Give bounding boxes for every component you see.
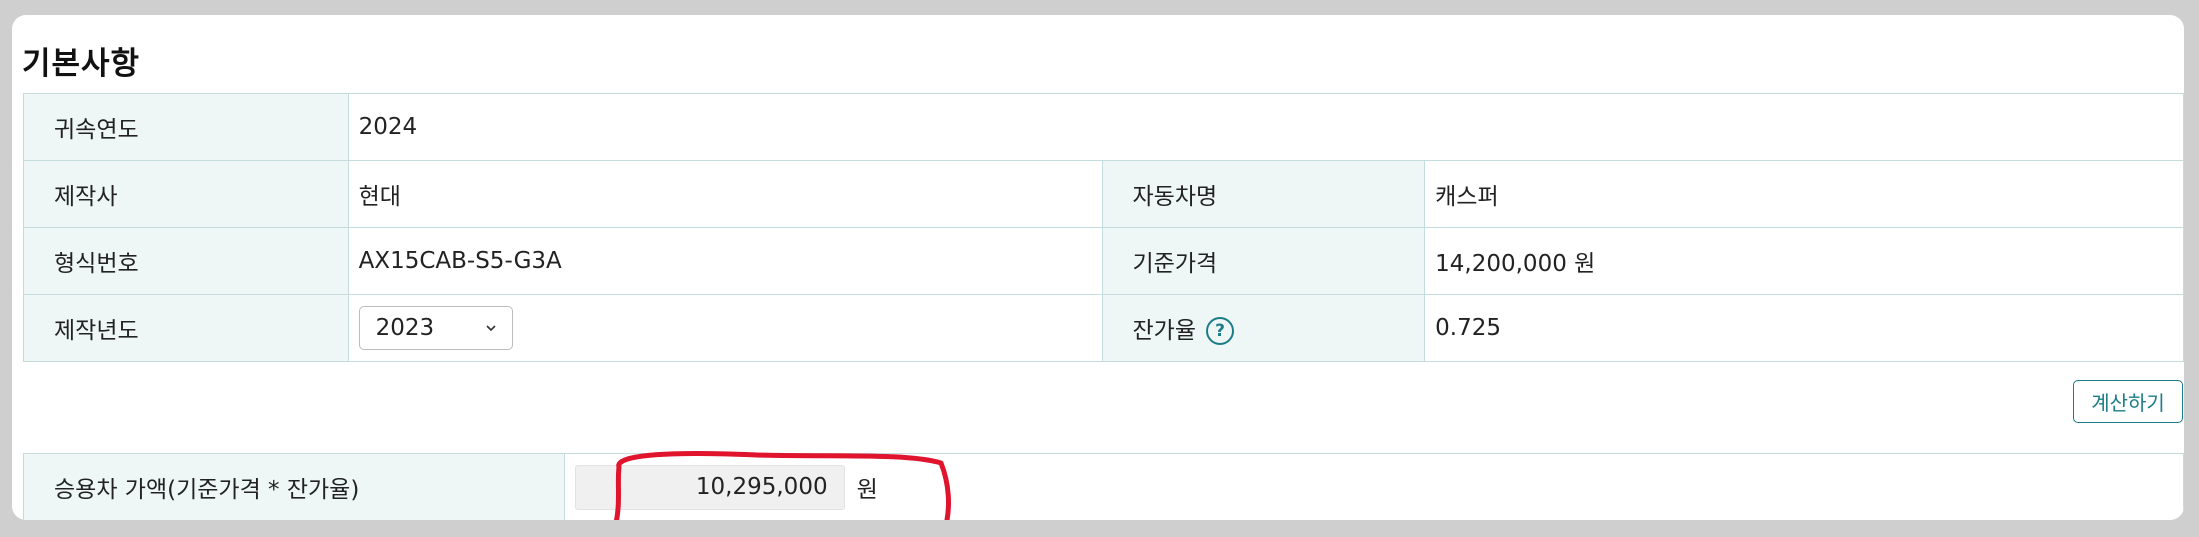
maker-value: 현대 xyxy=(347,160,1103,228)
car-value-unit: 원 xyxy=(856,477,878,503)
mfg-year-cell: 2023 xyxy=(347,294,1103,362)
mfg-year-select[interactable]: 2023 xyxy=(358,306,513,350)
residual-rate-value: 0.725 xyxy=(1424,294,2184,362)
basic-info-table: 귀속연도 2024 제작사 현대 자동차명 캐스퍼 형식번호 AX15CAB-S… xyxy=(23,93,2184,362)
car-value-label: 승용차 가액(기준가격 * 잔가율) xyxy=(23,453,565,520)
table-row: 제작년도 2023 잔가율? 0.725 xyxy=(23,294,2184,362)
chevron-down-icon xyxy=(486,325,496,332)
residual-rate-label-cell: 잔가율? xyxy=(1101,294,1426,362)
section-title: 기본사항 xyxy=(22,46,141,82)
calculate-button[interactable]: 계산하기 xyxy=(2073,380,2183,423)
table-row: 귀속연도 2024 xyxy=(23,93,2184,161)
model-number-label: 형식번호 xyxy=(23,227,349,295)
table-row: 제작사 현대 자동차명 캐스퍼 xyxy=(23,160,2184,228)
help-icon[interactable]: ? xyxy=(1206,317,1234,346)
mfg-year-selected: 2023 xyxy=(375,315,435,341)
car-value-field[interactable]: 10,295,000 xyxy=(574,464,845,510)
result-table: 승용차 가액(기준가격 * 잔가율) 10,295,000 원 xyxy=(23,453,2184,520)
year-value: 2024 xyxy=(347,93,2184,161)
table-row: 형식번호 AX15CAB-S5-G3A 기준가격 14,200,000 원 xyxy=(23,227,2184,295)
mfg-year-label: 제작년도 xyxy=(23,294,349,362)
table-row: 승용차 가액(기준가격 * 잔가율) 10,295,000 원 xyxy=(23,453,2184,520)
car-name-label: 자동차명 xyxy=(1101,160,1426,228)
base-price-label: 기준가격 xyxy=(1101,227,1426,295)
residual-rate-label: 잔가율 xyxy=(1132,317,1196,344)
basic-info-panel: 기본사항 귀속연도 2024 제작사 현대 자동차명 캐스퍼 형식번호 AX15… xyxy=(12,15,2184,520)
model-number-value: AX15CAB-S5-G3A xyxy=(347,227,1103,295)
maker-label: 제작사 xyxy=(23,160,349,228)
base-price-value: 14,200,000 원 xyxy=(1424,227,2184,295)
car-name-value: 캐스퍼 xyxy=(1424,160,2184,228)
year-label: 귀속연도 xyxy=(23,93,349,161)
car-value-cell: 10,295,000 원 xyxy=(563,453,2184,520)
